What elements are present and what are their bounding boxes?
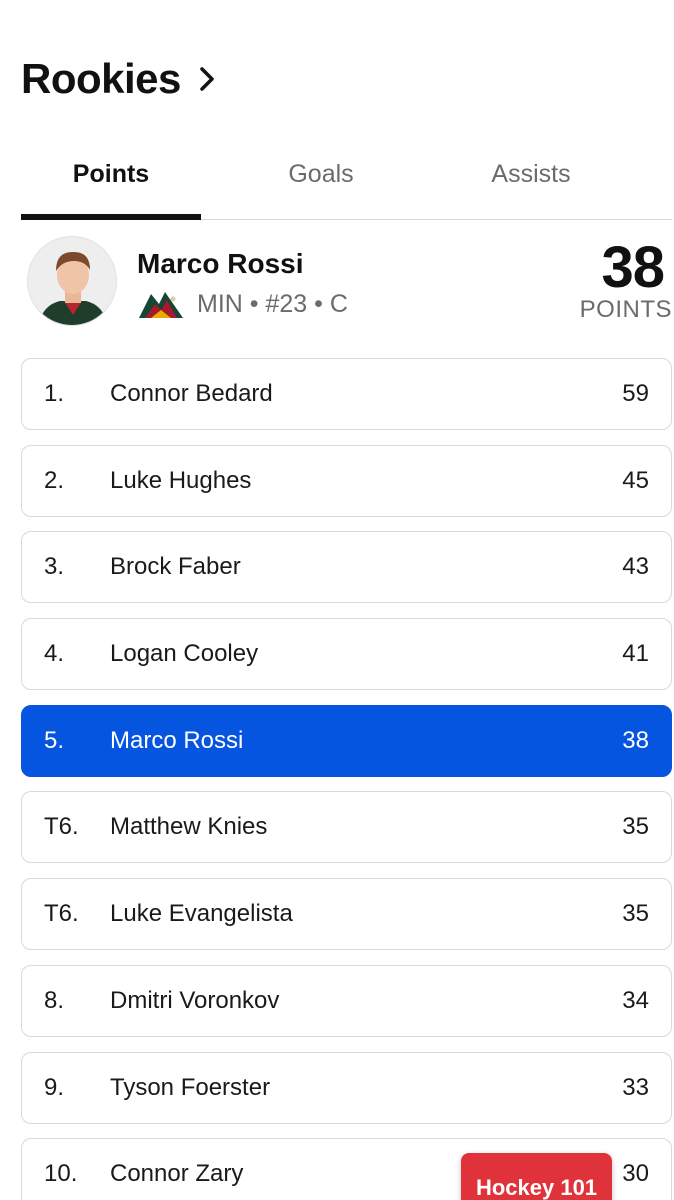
- section-header[interactable]: Rookies: [21, 55, 215, 103]
- leader-name: Luke Hughes: [110, 466, 252, 494]
- chevron-right-icon: [200, 67, 214, 91]
- leader-row[interactable]: T6. Luke Evangelista 35: [21, 878, 672, 951]
- leader-name: Luke Evangelista: [110, 900, 293, 928]
- rookies-leaders-screen: Rookies Points Goals Assists Marco Rossi: [0, 0, 674, 1200]
- leader-points: 45: [622, 466, 649, 494]
- player-headshot-icon: [28, 237, 116, 325]
- leader-rank: 5.: [44, 726, 65, 754]
- tab-goals[interactable]: Goals: [201, 140, 441, 219]
- featured-stat-value: 38: [601, 235, 665, 300]
- leader-points: 43: [622, 553, 649, 581]
- player-avatar: [27, 236, 117, 326]
- leader-row-selected[interactable]: 5. Marco Rossi 38: [21, 704, 672, 777]
- leader-points: 35: [622, 813, 649, 841]
- leader-rank: 10.: [44, 1160, 78, 1188]
- leader-rank: 8.: [44, 986, 65, 1014]
- leader-points: 41: [622, 640, 649, 668]
- leader-points: 38: [622, 726, 649, 754]
- leader-points: 30: [622, 1160, 649, 1188]
- leader-row[interactable]: 2. Luke Hughes 45: [21, 444, 672, 517]
- leaders-list: 1. Connor Bedard 59 2. Luke Hughes 45 3.…: [21, 358, 672, 1200]
- leader-rank: 3.: [44, 553, 65, 581]
- leader-rank: 4.: [44, 640, 65, 668]
- leader-row[interactable]: 8. Dmitri Voronkov 34: [21, 964, 672, 1037]
- tab-assists[interactable]: Assists: [441, 140, 621, 219]
- leader-points: 34: [622, 986, 649, 1014]
- leader-row[interactable]: 3. Brock Faber 43: [21, 531, 672, 604]
- leader-row[interactable]: 4. Logan Cooley 41: [21, 618, 672, 691]
- leader-rank: 1.: [44, 380, 65, 407]
- featured-player-name: Marco Rossi: [137, 248, 304, 279]
- leader-points: 35: [622, 900, 649, 928]
- leader-name: Matthew Knies: [110, 813, 268, 841]
- leader-rank: T6.: [44, 900, 79, 928]
- leader-name: Logan Cooley: [110, 640, 259, 668]
- featured-stat-unit: POINTS: [579, 296, 672, 323]
- leader-row[interactable]: 1. Connor Bedard 59: [21, 358, 672, 430]
- team-logo-icon: [139, 292, 183, 318]
- featured-player-card[interactable]: Marco Rossi MIN • #23 • C 38 POINTS: [21, 232, 672, 332]
- stat-tabs: Points Goals Assists: [21, 140, 672, 220]
- leader-name: Marco Rossi: [110, 726, 244, 754]
- leader-name: Dmitri Voronkov: [110, 986, 280, 1014]
- featured-player-meta: MIN • #23 • C: [197, 290, 348, 318]
- leader-row[interactable]: 9. Tyson Foerster 33: [21, 1051, 672, 1124]
- tab-points[interactable]: Points: [21, 140, 201, 220]
- leader-rank: 9.: [44, 1073, 65, 1101]
- leader-name: Connor Bedard: [110, 380, 273, 407]
- section-title: Rookies: [21, 55, 181, 102]
- leader-name: Connor Zary: [110, 1160, 244, 1188]
- leader-name: Tyson Foerster: [110, 1073, 271, 1101]
- leader-points: 59: [622, 380, 649, 407]
- leader-rank: 2.: [44, 466, 65, 494]
- hockey-101-button[interactable]: Hockey 101: [461, 1153, 612, 1200]
- leader-name: Brock Faber: [110, 553, 241, 581]
- leader-rank: T6.: [44, 813, 79, 841]
- leader-points: 33: [622, 1073, 649, 1101]
- leader-row[interactable]: T6. Matthew Knies 35: [21, 791, 672, 864]
